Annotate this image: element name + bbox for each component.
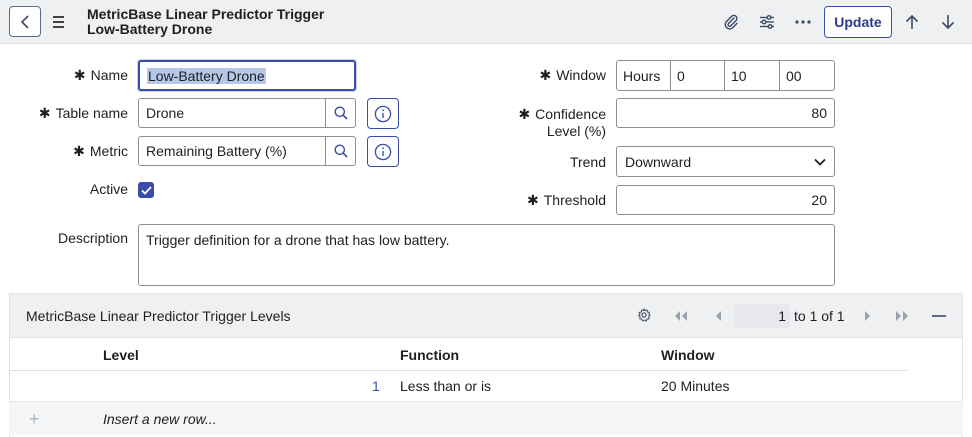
required-icon: ✱: [38, 105, 51, 121]
description-textarea[interactable]: Trigger definition for a drone that has …: [138, 224, 835, 286]
active-label: Active: [89, 181, 128, 197]
related-list-header: MetricBase Linear Predictor Trigger Leve…: [9, 293, 963, 338]
plus-icon: +: [29, 409, 40, 429]
window-cell: 20 Minutes: [661, 378, 730, 394]
window-unit-label: Hours: [616, 60, 671, 91]
table-lookup-button[interactable]: [325, 98, 356, 128]
level-cell[interactable]: 1: [372, 378, 380, 394]
window-label: ✱ Window: [510, 67, 606, 84]
window-seconds-input[interactable]: 00: [779, 60, 835, 91]
required-icon: ✱: [527, 192, 539, 208]
prev-page-icon[interactable]: [711, 308, 725, 324]
table-name-label-text: Table name: [55, 105, 128, 121]
function-cell: Less than or is: [400, 378, 492, 394]
table-info-button[interactable]: [367, 98, 399, 129]
confidence-label-line1: Confidence: [535, 106, 606, 122]
threshold-label-text: Threshold: [543, 192, 606, 208]
metric-lookup-button[interactable]: [325, 136, 356, 166]
more-options-icon[interactable]: [792, 11, 814, 33]
window-minutes-input[interactable]: 10: [724, 60, 780, 91]
required-icon: ✱: [73, 143, 85, 159]
checkmark-icon: [140, 185, 152, 195]
confidence-field[interactable]: 80: [616, 98, 835, 128]
chevron-down-icon: [814, 158, 826, 166]
header-divider: [9, 370, 907, 371]
arrow-up-icon[interactable]: [901, 11, 923, 33]
name-value: Low-Battery Drone: [147, 67, 266, 84]
chevron-left-icon: [20, 14, 29, 29]
description-label: Description: [57, 230, 128, 246]
metric-label-text: Metric: [89, 143, 128, 159]
search-icon: [334, 106, 348, 120]
title-table: MetricBase Linear Predictor Trigger: [87, 6, 325, 22]
menu-icon[interactable]: [53, 13, 67, 31]
insert-row[interactable]: + Insert a new row...: [9, 401, 963, 435]
required-icon: ✱: [539, 67, 552, 83]
page-range-text: to 1 of 1: [794, 308, 845, 324]
name-field[interactable]: Low-Battery Drone: [138, 60, 356, 91]
confidence-label: ✱ Confidence Level (%): [500, 106, 606, 140]
insert-row-label: Insert a new row...: [103, 411, 217, 427]
collapse-icon[interactable]: [931, 308, 947, 324]
active-checkbox[interactable]: [138, 182, 154, 198]
search-icon: [334, 144, 348, 158]
name-label-text: Name: [90, 67, 128, 83]
confidence-label-line2: Level (%): [546, 123, 606, 139]
metric-label: ✱ Metric: [40, 143, 128, 160]
related-list-title: MetricBase Linear Predictor Trigger Leve…: [26, 308, 291, 324]
form-header: MetricBase Linear Predictor Trigger Low-…: [0, 0, 972, 44]
metric-info-button[interactable]: [367, 136, 399, 167]
table-name-value: Drone: [146, 105, 185, 121]
name-label: ✱ Name: [60, 67, 128, 84]
confidence-value: 80: [811, 105, 827, 121]
info-icon: [374, 105, 392, 122]
column-header-window[interactable]: Window: [661, 347, 715, 363]
window-label-text: Window: [556, 67, 606, 83]
trend-value: Downward: [625, 153, 692, 170]
required-icon: ✱: [73, 67, 86, 83]
arrow-down-icon[interactable]: [937, 11, 959, 33]
back-button[interactable]: [9, 6, 41, 37]
metric-field[interactable]: Remaining Battery (%): [138, 136, 326, 166]
description-value: Trigger definition for a drone that has …: [146, 232, 450, 248]
title-record: Low-Battery Drone: [87, 21, 213, 37]
first-page-icon[interactable]: [674, 308, 688, 324]
table-name-field[interactable]: Drone: [138, 98, 326, 128]
form-title: MetricBase Linear Predictor Trigger Low-…: [87, 7, 324, 37]
table-name-label: ✱ Table name: [20, 105, 128, 122]
last-page-icon[interactable]: [895, 308, 909, 324]
column-header-level[interactable]: Level: [103, 347, 139, 363]
gear-icon[interactable]: [637, 307, 651, 323]
required-icon: ✱: [518, 106, 531, 122]
trend-label: Trend: [569, 154, 606, 170]
paperclip-icon[interactable]: [720, 11, 742, 33]
update-button[interactable]: Update: [824, 6, 892, 38]
info-icon: [374, 143, 392, 160]
next-page-icon[interactable]: [860, 308, 874, 324]
column-header-function[interactable]: Function: [400, 347, 459, 363]
window-hours-input[interactable]: 0: [670, 60, 725, 91]
settings-sliders-icon[interactable]: [756, 11, 778, 33]
threshold-value: 20: [811, 192, 827, 208]
page-number-input[interactable]: 1: [734, 304, 790, 328]
metric-value: Remaining Battery (%): [146, 143, 287, 159]
threshold-label: ✱ Threshold: [500, 192, 606, 209]
trend-select[interactable]: Downward: [616, 146, 835, 177]
threshold-field[interactable]: 20: [616, 185, 835, 215]
